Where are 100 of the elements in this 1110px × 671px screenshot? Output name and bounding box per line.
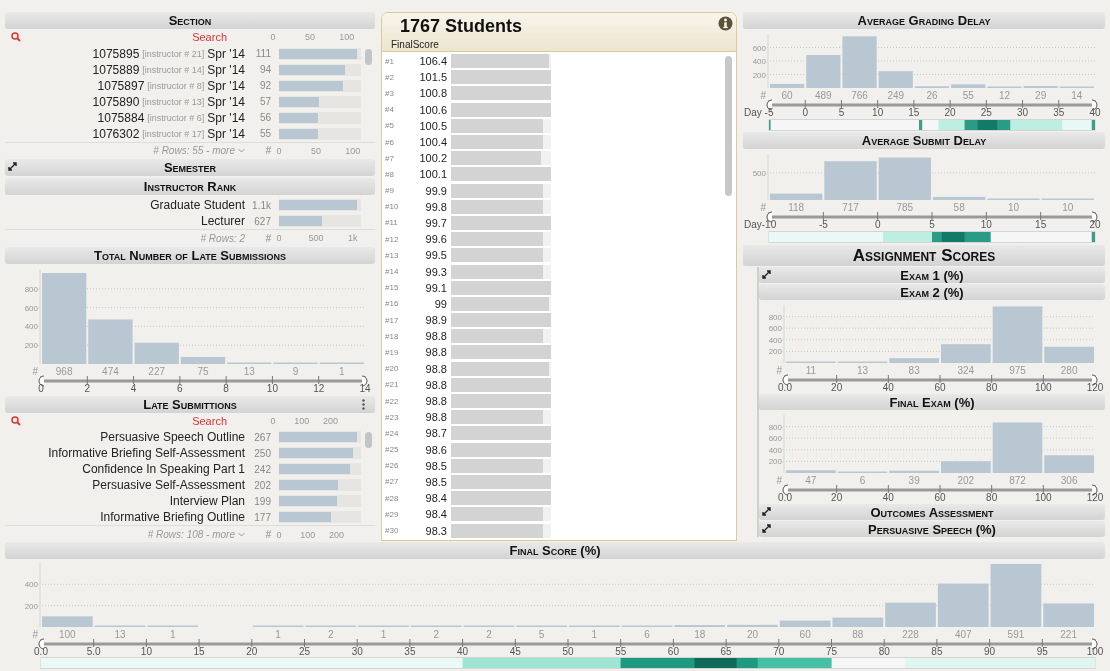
list-row[interactable]: 1075889 [instructor # 14] Spr '14 94 bbox=[5, 61, 375, 78]
histogram-bar[interactable] bbox=[1044, 346, 1094, 363]
histogram-bar[interactable] bbox=[832, 617, 884, 627]
search-icon[interactable] bbox=[11, 32, 21, 43]
histogram-bar[interactable] bbox=[941, 461, 991, 473]
student-row[interactable]: #29 98.4 bbox=[382, 506, 736, 523]
list-row[interactable]: 1075895 [instructor # 21] Spr '14 111 bbox=[5, 45, 375, 62]
panel-header[interactable]: Final Score (%) bbox=[5, 542, 1105, 559]
search-icon[interactable] bbox=[11, 416, 21, 427]
histogram-bar[interactable] bbox=[933, 196, 986, 200]
histogram-bar[interactable] bbox=[42, 272, 87, 364]
histogram-bar[interactable] bbox=[88, 319, 133, 364]
histogram-bar[interactable] bbox=[878, 71, 913, 88]
expand-icon[interactable] bbox=[762, 507, 771, 516]
column-header[interactable]: FinalScore bbox=[391, 39, 439, 50]
panel-header[interactable]: Average Grading Delay bbox=[743, 12, 1105, 29]
search-link[interactable]: Search bbox=[192, 415, 227, 428]
list-row[interactable]: Graduate Student 1.1k bbox=[5, 197, 375, 214]
histogram-bar[interactable] bbox=[770, 83, 805, 88]
student-row[interactable]: #3 100.8 bbox=[382, 85, 736, 102]
panel-header[interactable]: Instructor Rank bbox=[5, 178, 375, 196]
menu-icon[interactable] bbox=[362, 398, 365, 410]
histogram-bar[interactable] bbox=[770, 193, 823, 200]
student-row[interactable]: #7 100.2 bbox=[382, 150, 736, 167]
histogram-bar[interactable] bbox=[889, 470, 939, 473]
student-row[interactable]: #26 98.5 bbox=[382, 457, 736, 474]
student-row[interactable]: #16 99 bbox=[382, 295, 736, 312]
panel-header[interactable]: Average Submit Delay bbox=[743, 132, 1105, 149]
expand-icon[interactable] bbox=[762, 270, 771, 279]
panel-header[interactable]: Exam 2 (%) bbox=[759, 284, 1105, 300]
student-row[interactable]: #19 98.8 bbox=[382, 344, 736, 361]
search-link[interactable]: Search bbox=[192, 31, 227, 44]
student-row[interactable]: #24 98.7 bbox=[382, 425, 736, 442]
histogram-bar[interactable] bbox=[824, 161, 877, 200]
expand-icon[interactable] bbox=[762, 524, 771, 533]
list-row[interactable]: 1075897 [instructor # 8] Spr '14 92 bbox=[5, 77, 375, 94]
histogram-bar[interactable] bbox=[1043, 603, 1094, 627]
histogram-bar[interactable] bbox=[937, 583, 989, 627]
list-row[interactable]: Persuasive Self-Assessment 202 bbox=[5, 477, 375, 494]
range-strip-drawing[interactable] bbox=[40, 657, 1096, 669]
student-row[interactable]: #17 98.9 bbox=[382, 312, 736, 329]
list-row[interactable]: 1076302 [instructor # 17] Spr '14 55 bbox=[5, 125, 375, 142]
student-row[interactable]: #1 106.4 bbox=[382, 53, 736, 70]
histogram-bar[interactable] bbox=[42, 616, 93, 627]
histogram-bar[interactable] bbox=[878, 157, 931, 200]
histogram-bar[interactable] bbox=[786, 470, 836, 473]
histogram-bar[interactable] bbox=[727, 624, 778, 627]
histogram-bar[interactable] bbox=[842, 36, 877, 88]
histogram-bar[interactable] bbox=[889, 358, 939, 363]
student-row[interactable]: #23 98.8 bbox=[382, 409, 736, 426]
student-row[interactable]: #8 100.1 bbox=[382, 166, 736, 183]
student-row[interactable]: #22 98.8 bbox=[382, 392, 736, 410]
histogram-bar[interactable] bbox=[134, 342, 179, 364]
scrollbar-thumb[interactable] bbox=[365, 432, 372, 449]
histogram-bar[interactable] bbox=[992, 422, 1043, 473]
student-row[interactable]: #9 99.9 bbox=[382, 182, 736, 199]
histogram-bar[interactable] bbox=[951, 84, 986, 88]
histogram-bar[interactable] bbox=[779, 620, 831, 627]
scrollbar-thumb[interactable] bbox=[725, 56, 732, 196]
chevron-down-icon[interactable] bbox=[238, 532, 245, 538]
histogram-bar[interactable] bbox=[806, 55, 841, 88]
list-row[interactable]: 1075890 [instructor # 13] Spr '14 57 bbox=[5, 93, 375, 110]
panel-header[interactable]: Total Number of Late Submissions bbox=[5, 246, 375, 264]
student-row[interactable]: #14 99.3 bbox=[382, 263, 736, 280]
range-strip-drawing[interactable] bbox=[768, 119, 1096, 131]
student-row[interactable]: #5 100.5 bbox=[382, 117, 736, 134]
info-icon[interactable] bbox=[718, 16, 733, 31]
expand-icon[interactable] bbox=[8, 162, 17, 172]
student-row[interactable]: #18 98.8 bbox=[382, 328, 736, 345]
student-row[interactable]: #21 98.8 bbox=[382, 376, 736, 393]
list-row[interactable]: Confidence In Speaking Part 1 242 bbox=[5, 461, 375, 478]
list-row[interactable]: Interview Plan 199 bbox=[5, 493, 375, 510]
student-row[interactable]: #13 99.5 bbox=[382, 247, 736, 264]
list-row[interactable]: Informative Briefing Self-Assessment 250 bbox=[5, 445, 375, 462]
list-row[interactable]: 1075884 [instructor # 6] Spr '14 56 bbox=[5, 109, 375, 126]
range-strip-drawing[interactable] bbox=[768, 231, 1096, 243]
student-row[interactable]: #27 98.5 bbox=[382, 473, 736, 491]
student-row[interactable]: #15 99.1 bbox=[382, 279, 736, 296]
student-row[interactable]: #12 99.6 bbox=[382, 231, 736, 248]
panel-header[interactable]: Exam 1 (%) bbox=[759, 267, 1105, 283]
panel-header[interactable]: Outcomes Assessment bbox=[759, 504, 1105, 520]
list-row[interactable]: Informative Briefing Outline 177 bbox=[5, 509, 375, 526]
panel-header[interactable]: Late Submittions bbox=[5, 395, 375, 413]
histogram-bar[interactable] bbox=[990, 563, 1042, 627]
student-row[interactable]: #6 100.4 bbox=[382, 133, 736, 151]
histogram-bar[interactable] bbox=[885, 602, 936, 627]
panel-header[interactable]: Final Exam (%) bbox=[759, 394, 1105, 410]
panel-header[interactable]: Assignment Scores bbox=[743, 245, 1105, 266]
student-row[interactable]: #4 100.6 bbox=[382, 101, 736, 118]
list-row[interactable]: Lecturer 627 bbox=[5, 213, 375, 230]
panel-header[interactable]: Persuasive Speech (%) bbox=[759, 521, 1105, 537]
scrollbar-thumb[interactable] bbox=[365, 48, 372, 65]
student-row[interactable]: #11 99.7 bbox=[382, 214, 736, 232]
student-row[interactable]: #10 99.8 bbox=[382, 198, 736, 215]
histogram-bar[interactable] bbox=[992, 306, 1043, 363]
student-row[interactable]: #2 101.5 bbox=[382, 69, 736, 86]
panel-header[interactable]: Section bbox=[5, 12, 375, 29]
list-row[interactable]: Persuasive Speech Outline 267 bbox=[5, 429, 375, 446]
student-row[interactable]: #25 98.6 bbox=[382, 441, 736, 458]
chevron-down-icon[interactable] bbox=[238, 148, 245, 154]
